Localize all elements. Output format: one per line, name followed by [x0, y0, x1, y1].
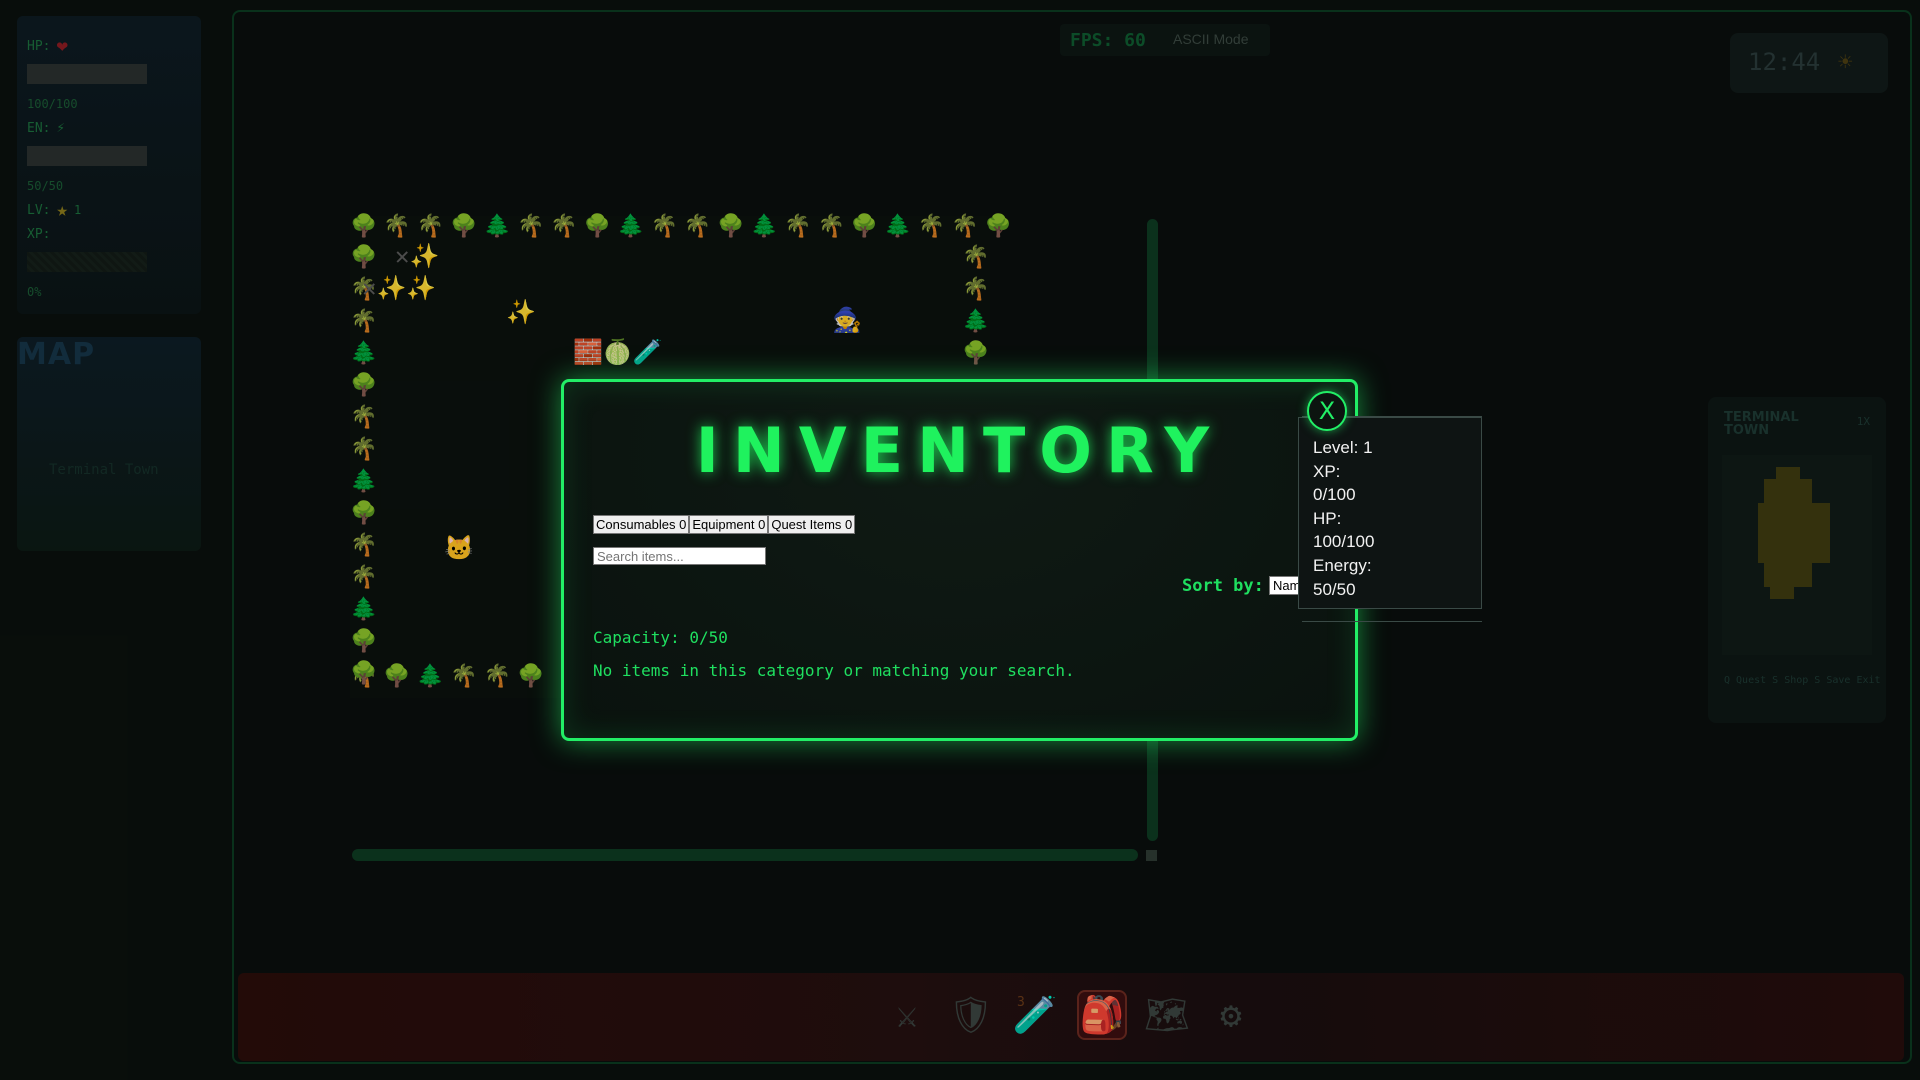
empty-inventory-message: No items in this category or matching yo…	[593, 661, 1075, 680]
sort-label: Sort by:	[1182, 576, 1264, 596]
tab-quest-items[interactable]: Quest Items 0	[768, 515, 856, 534]
player-stats-tooltip: Level: 1 XP: 0/100 HP: 100/100 Energy: 5…	[1298, 417, 1482, 609]
inventory-title: INVENTORY	[695, 414, 1224, 487]
close-button[interactable]: X	[1307, 391, 1347, 431]
tooltip-line: 100/100	[1313, 532, 1375, 552]
tooltip-line: 50/50	[1313, 579, 1356, 599]
tab-equipment[interactable]: Equipment 0	[689, 515, 769, 534]
search-input[interactable]	[593, 547, 766, 565]
capacity-text: Capacity: 0/50	[593, 628, 728, 647]
tooltip-line: 0/100	[1313, 485, 1356, 505]
tooltip-line: Energy:	[1313, 555, 1372, 575]
tooltip-line: Level: 1	[1313, 438, 1373, 457]
inventory-tabs: Consumables 0 Equipment 0 Quest Items 0	[593, 515, 856, 534]
tooltip-line: HP:	[1313, 508, 1342, 528]
tab-consumables[interactable]: Consumables 0	[593, 515, 690, 534]
tooltip-line: XP:	[1313, 461, 1341, 481]
